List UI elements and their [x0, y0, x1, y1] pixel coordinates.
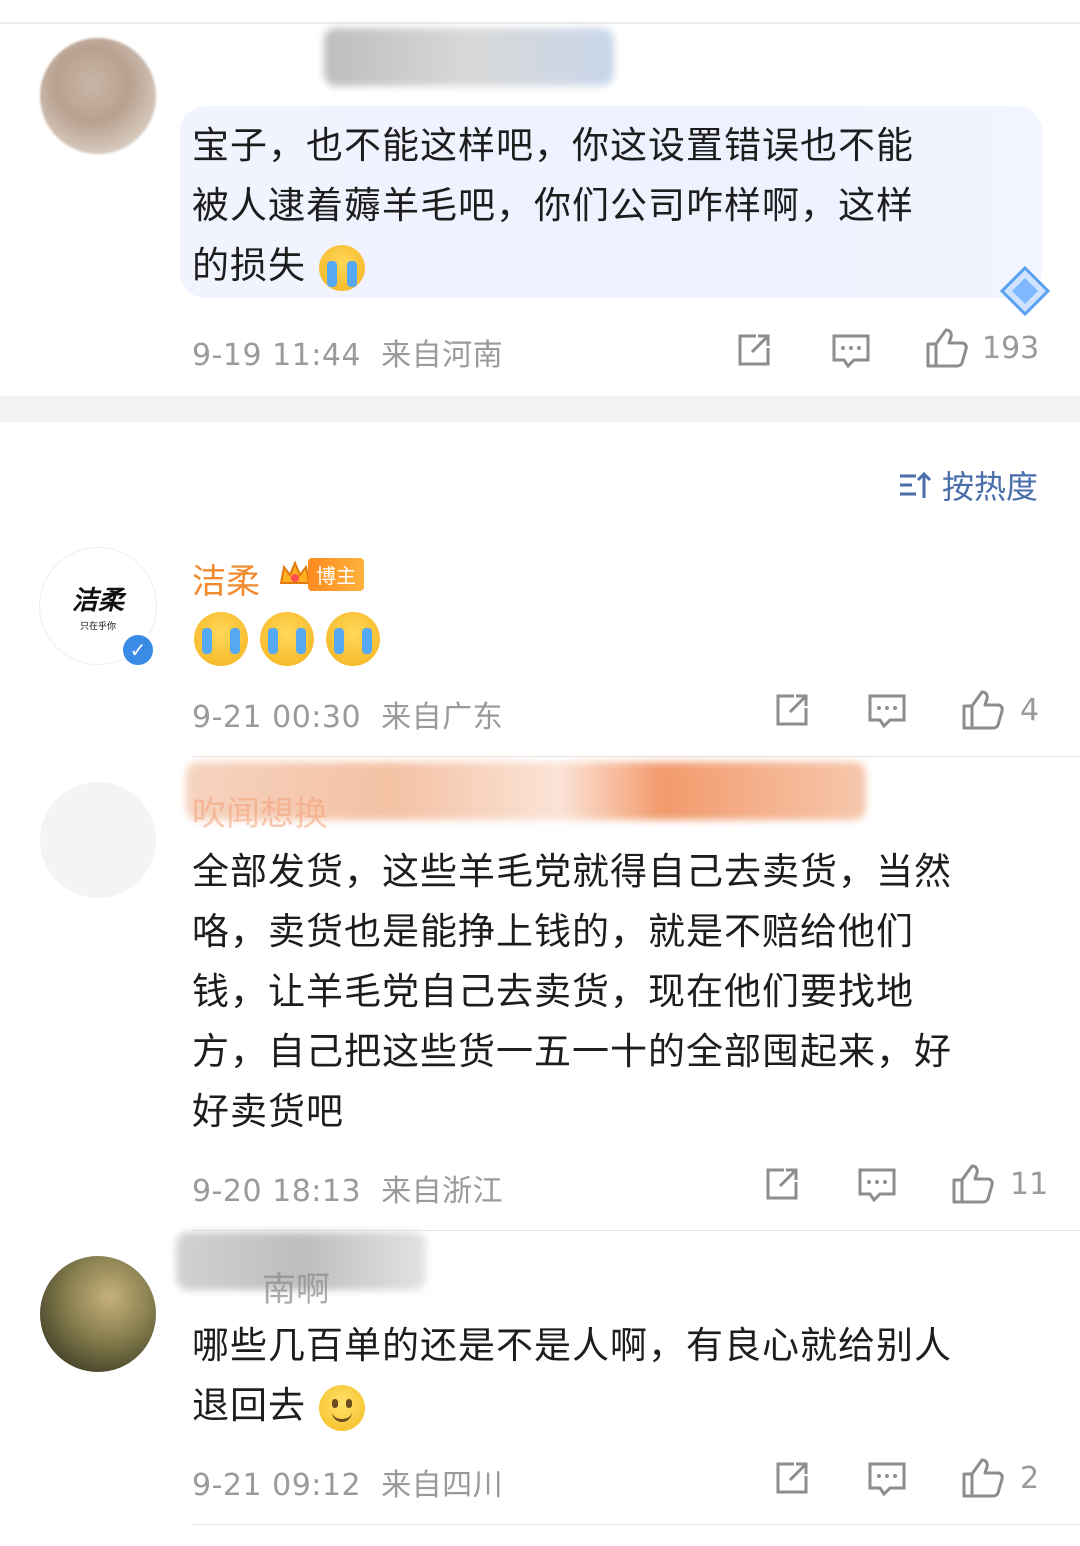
emoji-row: [194, 612, 380, 666]
verified-icon: ✓: [120, 632, 156, 668]
like-count: 2: [1020, 1460, 1040, 1496]
comment-line: 哪些几百单的还是不是人啊，有良心就给别人: [192, 1324, 952, 1367]
like-count: 11: [1010, 1166, 1049, 1202]
share-icon: [776, 1462, 808, 1494]
location: 来自广东: [381, 700, 504, 735]
comment-icon: [868, 694, 906, 729]
sort-label: 按热度: [941, 468, 1038, 506]
location: 来自四川: [381, 1468, 504, 1503]
username-blurred: [324, 28, 614, 86]
author-name[interactable]: 吹闻想换: [192, 786, 328, 835]
diamond-badge-icon: [999, 265, 1051, 317]
thumbs-up-icon: [962, 690, 1004, 730]
like-button[interactable]: 4: [960, 688, 1039, 732]
comment-line: 方，自己把这些货一五一十的全部囤起来，好: [192, 1030, 952, 1073]
comment-line: 咯，卖货也是能挣上钱的，就是不赔给他们: [192, 910, 914, 953]
top-divider: [0, 22, 1080, 24]
share-button[interactable]: [734, 330, 774, 370]
timestamp: 9-21 09:12: [192, 1468, 362, 1503]
comment-icon: [832, 334, 870, 369]
share-button[interactable]: [772, 690, 812, 730]
crying-face-icon: [260, 612, 314, 666]
smile-face-icon: [318, 1384, 365, 1431]
avatar[interactable]: [40, 38, 156, 154]
like-button[interactable]: 2: [960, 1456, 1039, 1500]
comment-meta: 9-21 09:12 来自四川: [192, 1460, 503, 1504]
sort-icon: [899, 471, 932, 498]
comment-button[interactable]: [830, 330, 872, 370]
share-icon: [738, 334, 770, 366]
comment-button[interactable]: [856, 1164, 898, 1204]
crying-face-icon: [318, 244, 365, 291]
comment-line: 好卖货吧: [192, 1090, 344, 1133]
share-button[interactable]: [762, 1164, 802, 1204]
comment-button[interactable]: [866, 690, 908, 730]
comment-line: 全部发货，这些羊毛党就得自己去卖货，当然: [192, 850, 952, 893]
comment-line: 宝子，也不能这样吧，你这设置错误也不能: [192, 124, 914, 167]
comment-text: 哪些几百单的还是不是人啊，有良心就给别人 退回去: [192, 1316, 952, 1436]
thumbs-up-icon: [952, 1164, 994, 1204]
comment-line: 被人逮着薅羊毛吧，你们公司咋样啊，这样: [192, 184, 914, 227]
location: 来自河南: [381, 338, 504, 373]
comment-meta: 9-20 18:13 来自浙江: [192, 1166, 503, 1210]
comment-meta: 9-19 11:44 来自河南: [192, 330, 503, 374]
avatar[interactable]: [40, 782, 156, 898]
like-button[interactable]: 11: [950, 1162, 1048, 1206]
comment-text: 全部发货，这些羊毛党就得自己去卖货，当然 咯，卖货也是能挣上钱的，就是不赔给他们…: [192, 842, 952, 1142]
comment-line: 退回去: [192, 1376, 952, 1436]
share-button[interactable]: [772, 1458, 812, 1498]
like-button[interactable]: 193: [924, 326, 1039, 370]
brand-logo-text: 洁柔: [71, 586, 124, 616]
comment-line: 钱，让羊毛党自己去卖货，现在他们要找地: [192, 970, 914, 1013]
comment-divider: [192, 1524, 1080, 1525]
timestamp: 9-19 11:44: [192, 338, 362, 373]
comment-divider: [192, 756, 1080, 757]
comment-icon: [868, 1462, 906, 1497]
comment-divider: [192, 1230, 1080, 1231]
share-icon: [766, 1168, 798, 1200]
section-separator: [0, 396, 1080, 422]
comment-button[interactable]: [866, 1458, 908, 1498]
like-count: 4: [1020, 692, 1040, 728]
crying-face-icon: [194, 612, 248, 666]
thumbs-up-icon: [926, 328, 968, 368]
crying-face-icon: [326, 612, 380, 666]
sort-toggle[interactable]: 按热度: [898, 462, 1038, 508]
timestamp: 9-20 18:13: [192, 1174, 362, 1209]
avatar[interactable]: [40, 1256, 156, 1372]
author-name[interactable]: 南啊: [262, 1262, 330, 1311]
timestamp: 9-21 00:30: [192, 700, 362, 735]
comment-text: 宝子，也不能这样吧，你这设置错误也不能 被人逮着薅羊毛吧，你们公司咋样啊，这样 …: [192, 116, 914, 296]
thumbs-up-icon: [962, 1458, 1004, 1498]
location: 来自浙江: [381, 1174, 504, 1209]
share-icon: [776, 694, 808, 726]
comment-line: 的损失: [192, 236, 914, 296]
comment-meta: 9-21 00:30 来自广东: [192, 692, 503, 736]
badge-label: 博主: [308, 557, 364, 591]
blogger-badge: 博主: [278, 556, 364, 592]
like-count: 193: [982, 330, 1040, 366]
author-name[interactable]: 洁柔: [192, 554, 260, 603]
comment-icon: [858, 1168, 896, 1203]
crown-icon: [279, 560, 311, 584]
brand-logo-subtext: 只在乎你: [79, 622, 116, 632]
